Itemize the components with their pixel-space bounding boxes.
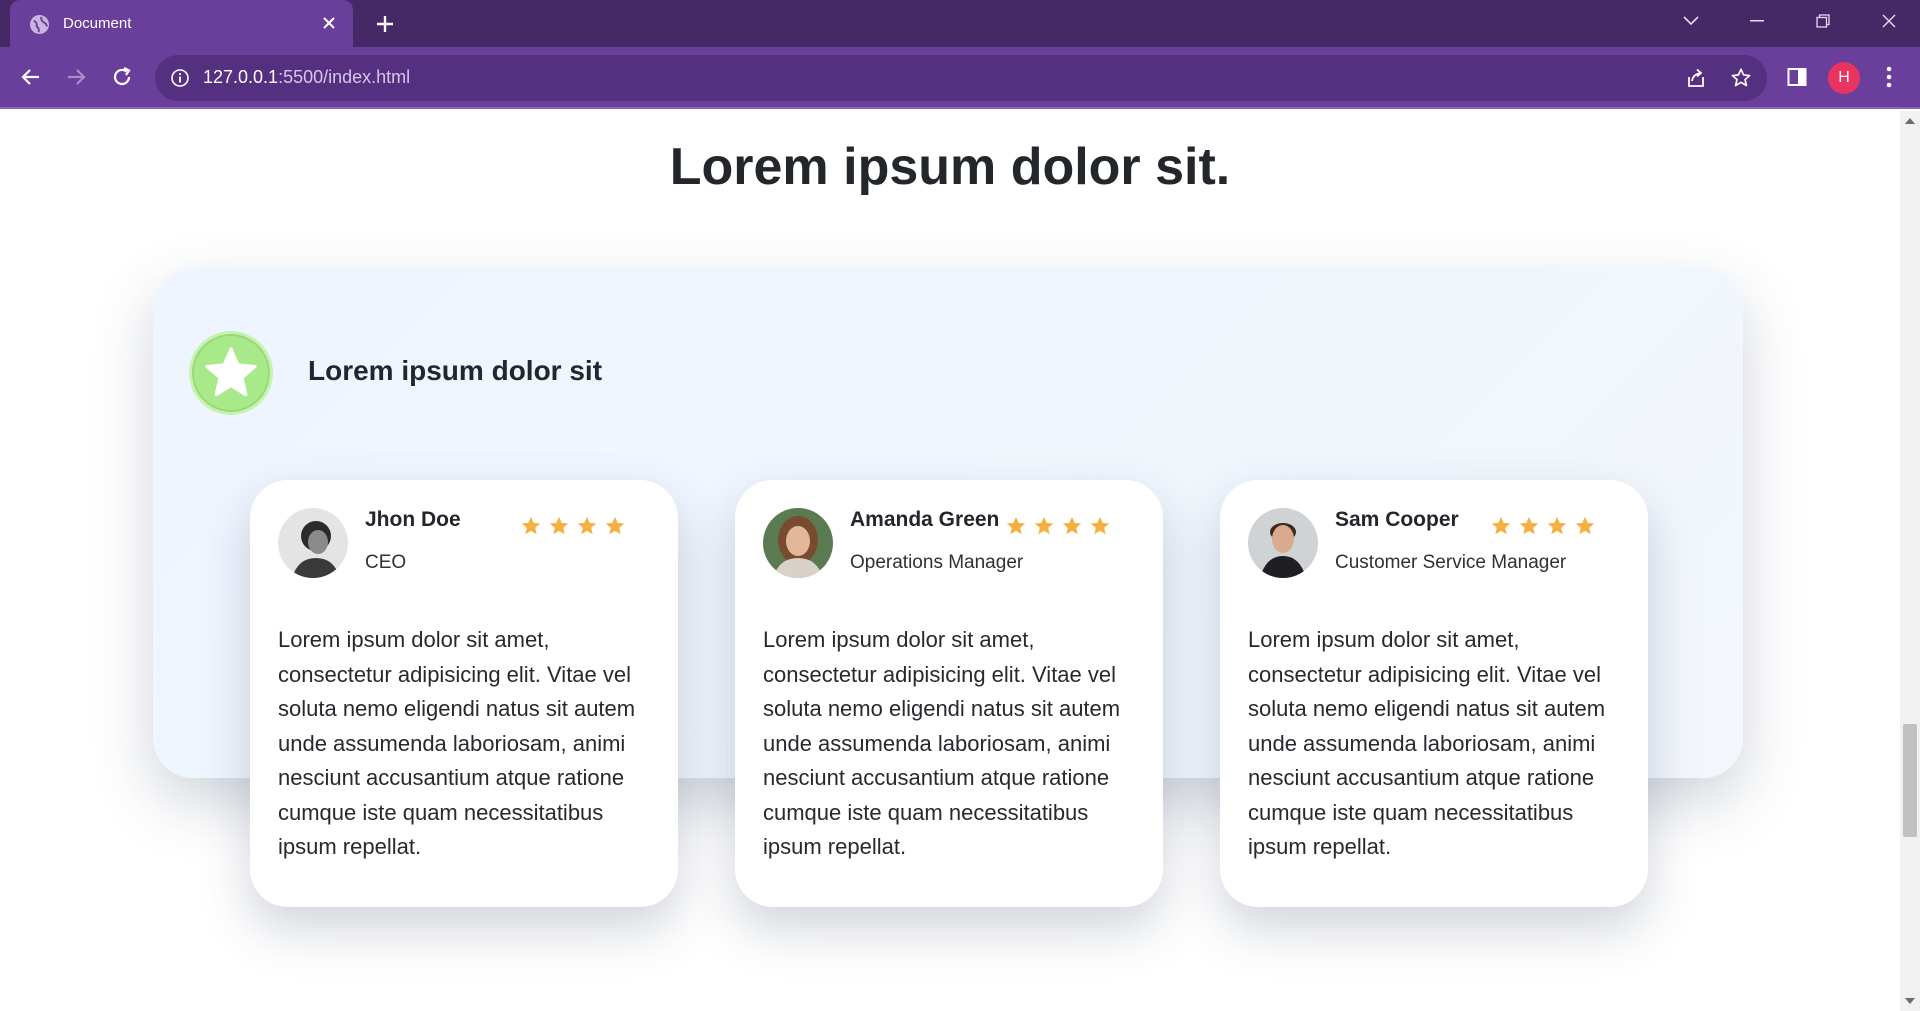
star-icon (1006, 516, 1026, 535)
star-badge-icon (189, 331, 273, 415)
address-bar[interactable]: 127.0.0.1:5500/index.html (155, 55, 1767, 101)
scroll-up-arrow-icon[interactable] (1900, 111, 1920, 131)
restore-icon[interactable] (1808, 8, 1838, 34)
avatar (763, 508, 833, 578)
reload-icon[interactable] (106, 61, 138, 93)
avatar (278, 508, 348, 578)
url-path: :5500/index.html (278, 67, 411, 87)
rating-stars (1490, 515, 1596, 537)
testimonial-text: Lorem ipsum dolor sit amet, consectetur … (278, 627, 636, 859)
tab-search-icon[interactable] (1676, 8, 1706, 34)
rating-stars (520, 515, 626, 537)
rating-stars (1005, 515, 1111, 537)
reviewer-name: Jhon Doe (365, 508, 461, 531)
close-window-icon[interactable] (1874, 8, 1904, 34)
section-title: Lorem ipsum dolor sit (308, 355, 603, 386)
tab-title: Document (63, 15, 132, 32)
browser-toolbar: 127.0.0.1:5500/index.html H (0, 47, 1920, 109)
star-icon (549, 516, 569, 535)
scroll-down-arrow-icon[interactable] (1900, 991, 1920, 1011)
page-scrollbar[interactable] (1900, 111, 1920, 1011)
bookmark-star-icon[interactable] (1729, 66, 1753, 90)
avatar (1248, 508, 1318, 578)
close-icon[interactable] (319, 13, 339, 33)
star-icon (1090, 516, 1110, 535)
page-viewport: Lorem ipsum dolor sit. Lorem ipsum dolor… (0, 111, 1900, 1011)
scrollbar-thumb[interactable] (1903, 724, 1917, 837)
url-host: 127.0.0.1 (203, 67, 279, 87)
testimonial-text: Lorem ipsum dolor sit amet, consectetur … (1248, 627, 1606, 859)
star-icon (521, 516, 541, 535)
reviewer-name: Amanda Green (850, 508, 1000, 531)
browser-tab-strip: Document (0, 0, 1920, 47)
site-info-icon[interactable] (170, 68, 190, 88)
testimonial-card: Jhon Doe CEO Lorem ipsum dolor sit amet,… (250, 480, 678, 907)
reviewer-role: Operations Manager (850, 552, 1024, 573)
profile-avatar[interactable]: H (1828, 62, 1860, 94)
star-icon (577, 516, 597, 535)
testimonial-card: Sam Cooper Customer Service Manager Lore… (1220, 480, 1648, 907)
page-heading: Lorem ipsum dolor sit. (669, 138, 1231, 196)
globe-icon (30, 15, 49, 34)
url-text: 127.0.0.1:5500/index.html (203, 67, 410, 88)
menu-dots-icon[interactable] (1874, 62, 1904, 92)
back-icon[interactable] (15, 61, 47, 93)
minimize-icon[interactable] (1742, 8, 1772, 34)
new-tab-button[interactable] (372, 11, 398, 37)
star-icon (1491, 516, 1511, 535)
forward-icon[interactable] (60, 61, 92, 93)
star-icon (1575, 516, 1595, 535)
star-icon (1519, 516, 1539, 535)
reviewer-role: Customer Service Manager (1335, 552, 1567, 573)
star-icon (1062, 516, 1082, 535)
testimonial-card: Amanda Green Operations Manager Lorem ip… (735, 480, 1163, 907)
testimonial-text: Lorem ipsum dolor sit amet, consectetur … (763, 627, 1121, 859)
share-icon[interactable] (1684, 66, 1708, 90)
star-icon (1034, 516, 1054, 535)
reviewer-name: Sam Cooper (1335, 508, 1459, 531)
reviewer-role: CEO (365, 552, 407, 573)
browser-tab[interactable]: Document (10, 0, 353, 47)
star-icon (605, 516, 625, 535)
side-panel-icon[interactable] (1782, 62, 1812, 92)
star-icon (1547, 516, 1567, 535)
